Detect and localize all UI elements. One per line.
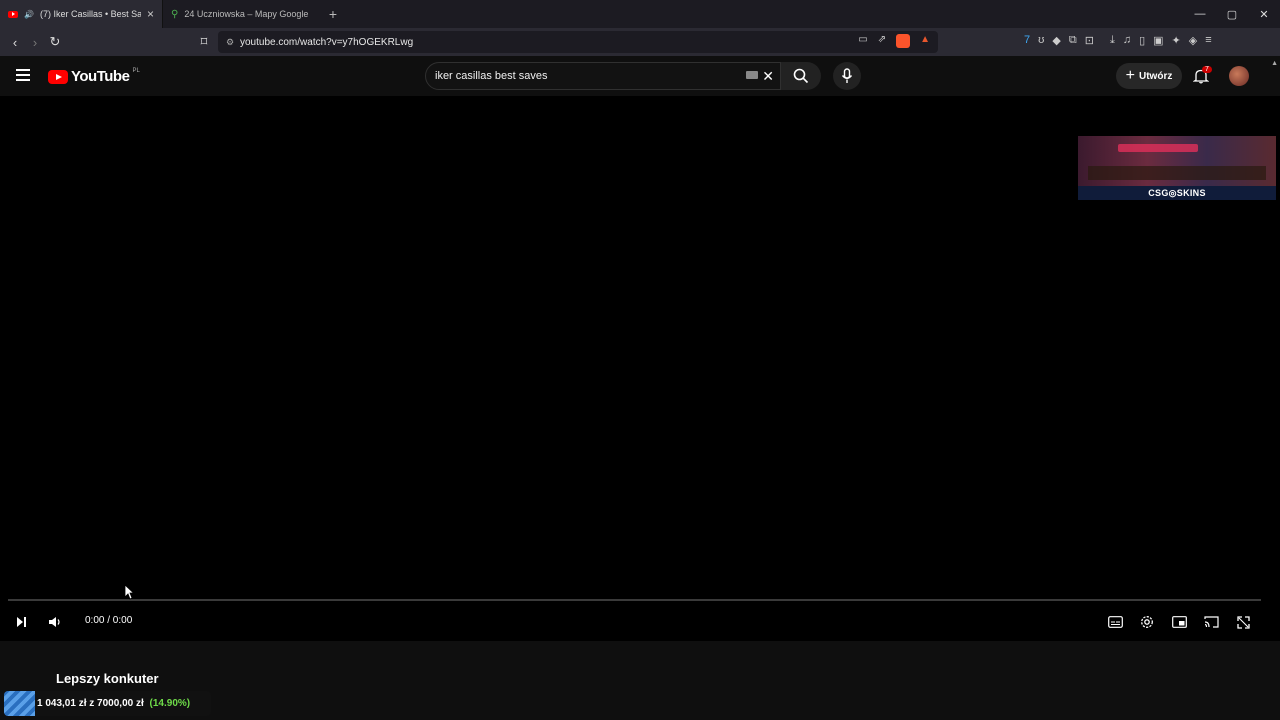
scroll-up-arrow-icon[interactable]: ▲ — [1271, 60, 1278, 67]
youtube-play-logo-icon — [48, 69, 68, 84]
maximize-button[interactable]: ▢ — [1216, 8, 1248, 21]
progress-bar[interactable] — [8, 599, 1261, 601]
notification-badge: 7 — [1202, 66, 1212, 73]
audio-icon[interactable]: 🔊 — [24, 10, 34, 19]
wallet-icon[interactable]: ▣ — [1153, 34, 1163, 47]
new-tab-button[interactable]: + — [321, 6, 345, 22]
puzzle-icon[interactable]: ⧉ — [1069, 34, 1077, 47]
donation-amount: 1 043,01 zł — [37, 698, 87, 709]
screenshot-icon[interactable]: ⊡ — [1085, 34, 1094, 47]
browser-tab-bar: 🔊 (7) Iker Casillas • Best Saves E × ⚲ 2… — [0, 0, 1280, 28]
window-controls: — ▢ ✕ — [1184, 8, 1280, 21]
donation-goal: z 7000,00 zł — [89, 698, 144, 709]
translate-icon[interactable]: 7 — [1024, 34, 1030, 47]
play-pause-icon — [17, 617, 26, 627]
browser-nav-bar: ‹ › ↻ ⌑ ⚙ youtube.com/watch?v=y7hOGEKRLw… — [0, 28, 1280, 84]
tab-maps[interactable]: ⚲ 24 Uczniowska – Mapy Google — [163, 0, 321, 28]
donation-goal-widget: 1 043,01 zł z 7000,00 zł (14.90%) — [4, 691, 211, 716]
donation-percent: (14.90%) — [149, 698, 191, 709]
brave-shields-icon[interactable] — [896, 34, 911, 48]
time-display: 0:00 / 0:00 — [85, 615, 133, 626]
cast-button[interactable] — [1202, 613, 1220, 631]
settings-icon — [1141, 616, 1153, 628]
guide-menu-icon[interactable] — [16, 69, 30, 81]
address-bar-actions: ▭ ⇗ ▲ — [858, 34, 930, 48]
share-icon[interactable]: ⇗ — [878, 34, 886, 48]
clear-search-icon[interactable]: ✕ — [762, 68, 774, 85]
voice-search-button[interactable] — [833, 62, 861, 90]
menu-icon[interactable]: ≡ — [1205, 34, 1211, 47]
player-controls: 0:00 / 0:00 — [0, 610, 1280, 634]
tab-title: 24 Uczniowska – Mapy Google — [184, 9, 309, 19]
ad-banner[interactable]: CSG◎SKINS — [1078, 136, 1276, 200]
extensions-toolbar: 7 ʊ ◆ ⧉ ⊡ ⤓ ♫ ▯ ▣ ✦ ◈ ≡ — [1024, 34, 1212, 47]
keyboard-icon[interactable] — [746, 71, 758, 79]
search-icon — [793, 68, 809, 84]
close-tab-icon[interactable]: × — [147, 7, 154, 21]
mouse-cursor-icon — [124, 584, 134, 600]
search-query: iker casillas best saves — [435, 70, 548, 82]
maps-pin-icon: ⚲ — [171, 8, 179, 20]
volume-icon — [49, 617, 60, 627]
subtitles-icon — [1107, 616, 1123, 628]
search-button[interactable] — [781, 62, 821, 90]
fullscreen-icon — [1236, 615, 1250, 629]
mic-icon — [841, 68, 853, 83]
forward-icon[interactable]: › — [25, 35, 45, 50]
minimize-button[interactable]: — — [1184, 8, 1216, 21]
donation-text: 1 043,01 zł z 7000,00 zł (14.90%) — [37, 698, 190, 709]
media-icon[interactable]: ♫ — [1123, 34, 1131, 47]
logo-text: YouTube — [71, 68, 130, 85]
vpn-icon[interactable]: ◈ — [1189, 34, 1197, 47]
brave-rewards-icon[interactable]: ▲ — [920, 34, 930, 48]
ad-image — [1078, 136, 1276, 186]
tab-title: (7) Iker Casillas • Best Saves E — [39, 9, 141, 19]
country-code: PL — [132, 67, 140, 74]
site-info-icon[interactable]: ⚙ — [226, 37, 240, 48]
mute-button[interactable] — [46, 613, 64, 631]
tab-youtube[interactable]: 🔊 (7) Iker Casillas • Best Saves E × — [0, 0, 163, 28]
youtube-favicon-icon — [8, 10, 18, 18]
create-label: Utwórz — [1139, 70, 1173, 82]
sidebar-icon[interactable]: ▯ — [1139, 34, 1145, 47]
youtube-logo[interactable]: YouTube PL — [48, 68, 140, 85]
leo-icon[interactable]: ✦ — [1172, 34, 1181, 47]
settings-button[interactable] — [1138, 613, 1156, 631]
fullscreen-button[interactable] — [1234, 613, 1252, 631]
ad-label: CSG◎SKINS — [1078, 186, 1276, 200]
subtitles-button[interactable] — [1106, 613, 1124, 631]
download-icon[interactable]: ⤓ — [1110, 34, 1115, 47]
miniplayer-button[interactable] — [1170, 613, 1188, 631]
play-button[interactable] — [13, 613, 31, 631]
cast-icon — [1203, 616, 1219, 628]
reload-icon[interactable]: ↻ — [45, 34, 65, 50]
donation-progress-bar — [4, 691, 35, 716]
url-text: youtube.com/watch?v=y7hOGEKRLwg — [240, 36, 414, 48]
plus-icon: + — [1125, 67, 1135, 84]
back-icon[interactable]: ‹ — [5, 35, 25, 50]
overlay-title: Lepszy konkuter — [56, 671, 159, 686]
address-bar[interactable]: ⚙ youtube.com/watch?v=y7hOGEKRLwg ▭ ⇗ ▲ — [218, 31, 938, 53]
create-button[interactable]: + Utwórz — [1116, 63, 1182, 89]
miniplayer-icon — [1171, 616, 1187, 628]
avatar[interactable] — [1229, 66, 1249, 86]
youtube-header: YouTube PL iker casillas best saves ✕ + … — [0, 56, 1280, 96]
bookmark-icon[interactable]: ⌑ — [194, 34, 214, 50]
diamond-icon[interactable]: ◆ — [1052, 34, 1060, 47]
close-window-button[interactable]: ✕ — [1248, 8, 1280, 21]
extension-icon[interactable]: ʊ — [1038, 34, 1044, 47]
install-icon[interactable]: ▭ — [858, 34, 867, 48]
search-input[interactable]: iker casillas best saves ✕ — [425, 62, 781, 90]
